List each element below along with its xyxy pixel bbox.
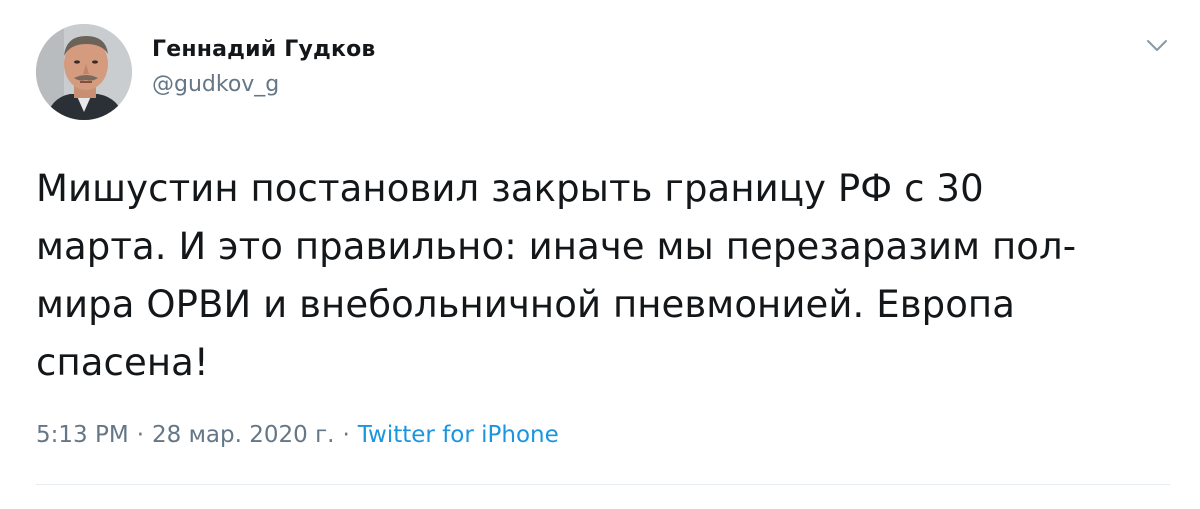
avatar[interactable] <box>36 24 132 120</box>
tweet: Геннадий Гудков @gudkov_g Мишустин поста… <box>0 0 1200 509</box>
avatar-photo <box>36 24 132 120</box>
author-handle[interactable]: @gudkov_g <box>152 72 376 98</box>
tweet-menu-button[interactable] <box>1144 36 1170 56</box>
divider <box>36 484 1170 485</box>
chevron-down-icon <box>1147 40 1167 51</box>
tweet-text: Мишустин постановил закрыть границу РФ с… <box>36 167 1077 384</box>
author-display-name[interactable]: Геннадий Гудков <box>152 36 376 64</box>
separator: · <box>342 422 350 448</box>
tweet-source-link[interactable]: Twitter for iPhone <box>358 422 559 448</box>
tweet-date[interactable]: 28 мар. 2020 г. <box>152 422 334 448</box>
author-block: Геннадий Гудков @gudkov_g <box>152 36 376 98</box>
tweet-time[interactable]: 5:13 PM <box>36 422 129 448</box>
tweet-metadata: 5:13 PM · 28 мар. 2020 г. · Twitter for iPho… <box>36 420 559 450</box>
separator: · <box>136 422 144 448</box>
